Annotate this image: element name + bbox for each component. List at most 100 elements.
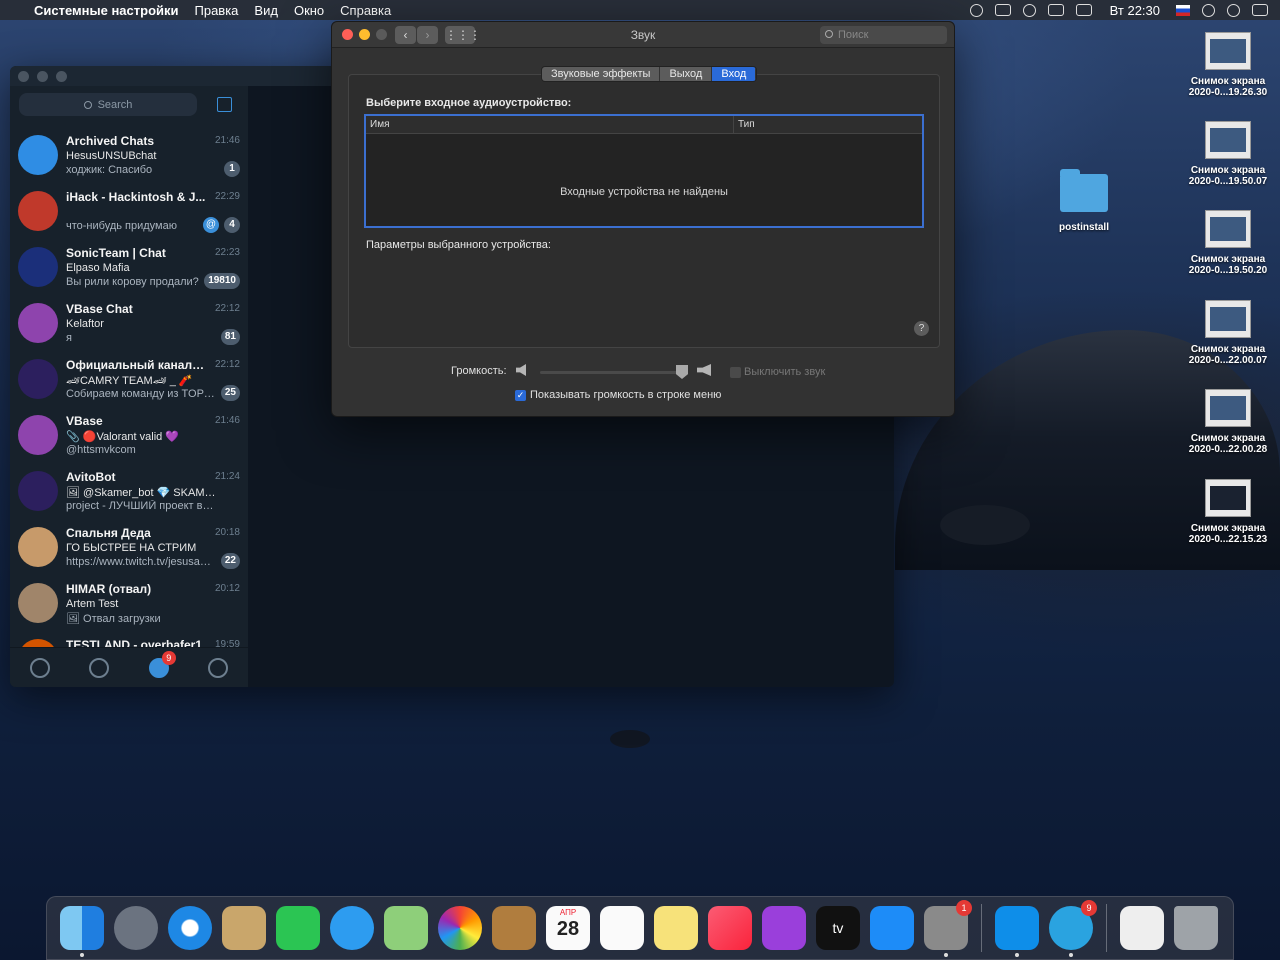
volume-slider[interactable] [540,371,683,374]
document-stack-icon[interactable] [1120,906,1164,950]
chat-list-item[interactable]: iHack - Hackintosh & J... 22:29 что-нибудь… [10,184,248,240]
screenshot-thumbnail-icon [1205,300,1251,338]
chat-list-item[interactable]: SonicTeam | Chat 22:23 Elpaso Mafia Вы рили… [10,240,248,296]
prefs-search-input[interactable]: Поиск [820,26,947,44]
chat-preview-line1: 📎 🔴Valorant valid 💜 [66,431,180,443]
trash-icon[interactable] [1174,906,1218,950]
teamviewer-status-icon[interactable] [969,3,983,17]
chat-preview-line2: Собираем команду из TOP B... [66,388,216,400]
calendar-icon[interactable]: АПР 28 [546,906,590,950]
chat-list-item[interactable]: VBase 21:46 📎 🔴Valorant valid 💜 @httsmvkcom [10,408,248,464]
unread-badge: 19810 [204,273,240,289]
mute-checkbox[interactable] [730,367,741,378]
menu-app-name[interactable]: Системные настройки [34,3,179,18]
badge: 9 [1081,900,1097,916]
chat-list-item[interactable]: Спальня Деда 20:18 ГО БЫСТРЕЕ НА СТРИМ http… [10,520,248,576]
show-volume-checkbox[interactable]: ✓ [515,390,526,401]
safari-icon[interactable] [168,906,212,950]
contacts-icon[interactable] [492,906,536,950]
chat-search-input[interactable]: Search [19,93,197,116]
finder-icon[interactable] [60,906,104,957]
dock: АПР 28 tv 1 9 [46,896,1234,960]
reminders-icon[interactable] [600,906,644,950]
menu-help[interactable]: Справка [340,3,391,18]
column-type-header[interactable]: Тип [734,116,755,133]
chat-list-item[interactable]: HIMAR (отвал) 20:12 Artem Test 🖼 Отвал загр… [10,576,248,632]
app-status-icon[interactable] [994,4,1011,16]
avatar [18,303,58,343]
desktop-screenshot-file[interactable]: Снимок экрана 2020-0...22.00.28 [1178,389,1278,455]
chat-name: VBase [66,414,103,428]
photos-icon[interactable] [438,906,482,950]
messages-icon[interactable] [330,906,374,950]
chat-list-item[interactable]: Официальный канал -... 22:12 🏎CAMRY TEAM🏎 … [10,352,248,408]
running-indicator [944,953,948,957]
chat-list-item[interactable]: VBase Chat 22:12 Kelaftor я 81 [10,296,248,352]
apple-tv-icon[interactable]: tv [816,906,860,950]
table-header: Имя Тип [366,116,922,134]
chat-list-item[interactable]: AvitoBot 21:24 🖼 @Skamer_bot 💎 SKAMER proje… [10,464,248,520]
volume-label: Громкость: [451,365,507,377]
menu-clock[interactable]: Вт 22:30 [1110,3,1160,18]
chat-sidebar: Search Archived Chats 21:46 HesusUNSUBchat… [10,86,248,687]
screenshot-thumbnail-icon [1205,121,1251,159]
settings-gear-icon[interactable] [208,657,229,678]
desktop-folder-postinstall[interactable]: postinstall [1034,169,1134,233]
tab-input[interactable]: Вход [712,67,757,81]
facetime-icon[interactable] [276,906,320,950]
chat-time: 22:29 [214,191,240,202]
desktop-screenshot-file[interactable]: Снимок экрана 2020-0...19.26.30 [1178,32,1278,98]
spotlight-search-icon[interactable] [1202,3,1215,17]
launchpad-icon[interactable] [114,906,158,950]
input-device-table[interactable]: Имя Тип Входные устройства не найдены [364,114,924,228]
file-label-line1: Снимок экрана [1190,523,1266,534]
chat-time: 20:12 [214,583,240,594]
chat-preview-line2: Вы рили корову продали? [66,276,199,288]
contacts-icon[interactable] [29,657,50,678]
display-mirroring-icon[interactable] [1047,4,1064,16]
music-icon[interactable] [708,906,752,950]
chat-preview-line2: что-нибудь придумаю [66,220,177,232]
zoom-button[interactable] [56,70,67,82]
chats-icon[interactable]: 9 [148,650,176,678]
system-preferences-icon[interactable]: 1 [924,900,972,957]
menu-window[interactable]: Окно [294,3,324,18]
siri-icon[interactable] [1227,3,1240,17]
unread-badge: 9 [161,650,176,665]
running-indicator [1069,953,1073,957]
chat-list-item[interactable]: Archived Chats 21:46 HesusUNSUBchat ходжик:… [10,128,248,184]
mail-icon[interactable] [222,906,266,950]
telegram-icon[interactable]: 9 [1049,900,1097,957]
app-store-icon[interactable] [870,906,914,950]
menu-view[interactable]: Вид [254,3,278,18]
battery-icon[interactable] [1075,4,1092,16]
desktop-screenshot-file[interactable]: Снимок экрана 2020-0...19.50.07 [1178,121,1278,187]
column-name-header[interactable]: Имя [366,116,734,133]
chat-time: 22:12 [214,303,240,314]
input-source-flag-icon[interactable] [1176,4,1190,16]
avatar [18,415,58,455]
calls-icon[interactable] [89,657,110,678]
podcasts-icon[interactable] [762,906,806,950]
desktop-screenshot-file[interactable]: Снимок экрана 2020-0...22.00.07 [1178,300,1278,366]
chat-preview-line1: 🏎CAMRY TEAM🏎 _ 🧨 [66,375,193,387]
notification-center-icon[interactable] [1252,4,1268,16]
menu-edit[interactable]: Правка [195,3,239,18]
notification-status-icon[interactable] [1022,3,1036,17]
teamviewer-icon[interactable] [995,906,1039,957]
maps-icon[interactable] [384,906,428,950]
folder-icon [1060,169,1108,212]
notes-icon[interactable] [654,906,698,950]
volume-slider-knob[interactable] [676,365,688,379]
minimize-button[interactable] [37,70,48,82]
desktop-screenshot-file[interactable]: Снимок экрана 2020-0...19.50.20 [1178,210,1278,276]
avatar [18,191,58,231]
search-placeholder: Поиск [838,29,869,41]
close-button[interactable] [18,70,29,82]
compose-icon[interactable] [217,97,232,112]
desktop-screenshot-file[interactable]: Снимок экрана 2020-0...22.15.23 [1178,479,1278,545]
tab-sound-effects[interactable]: Звуковые эффекты [542,67,661,81]
tab-output[interactable]: Выход [660,67,713,81]
help-button[interactable]: ? [914,321,929,336]
file-label-line1: Снимок экрана [1190,254,1266,265]
